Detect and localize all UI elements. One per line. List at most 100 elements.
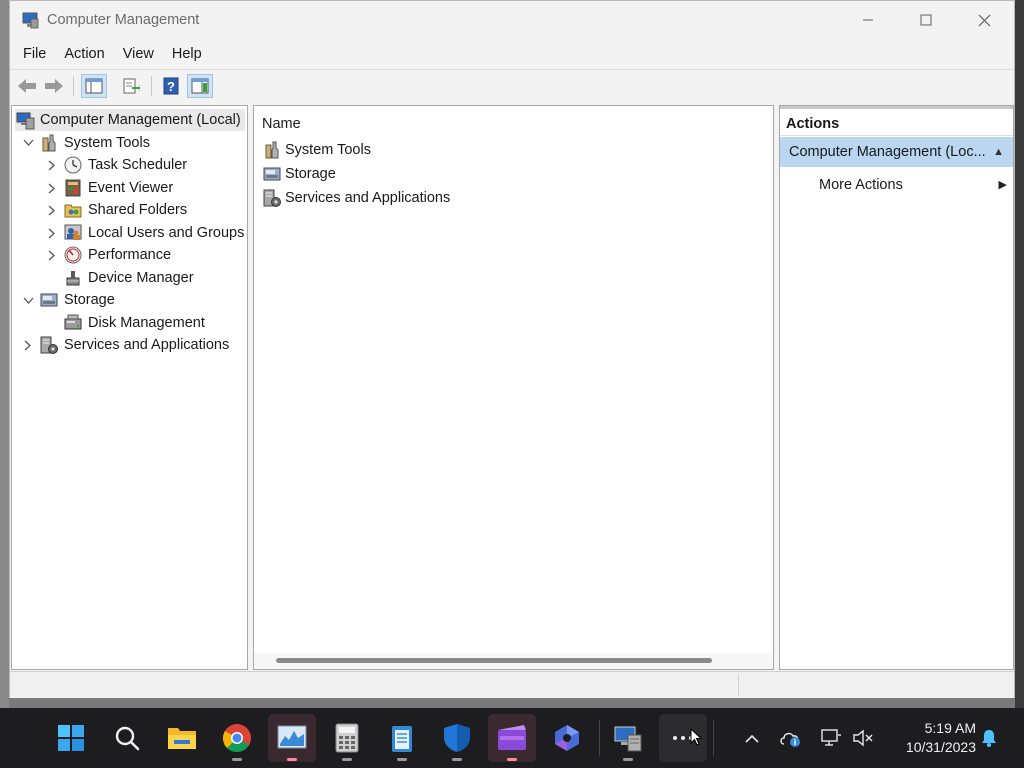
tree-node-shared-folders[interactable]: Shared Folders [63, 199, 187, 221]
chrome-button[interactable] [213, 714, 261, 762]
forward-button[interactable] [41, 74, 67, 98]
tree-node-root[interactable]: Computer Management (Local) [15, 109, 245, 131]
collapse-storage[interactable] [22, 295, 34, 307]
notifications-button[interactable] [977, 726, 1001, 750]
show-hide-action-pane-button[interactable] [187, 74, 213, 98]
name-column-header[interactable]: Name [262, 116, 301, 132]
expand-task-scheduler[interactable] [46, 159, 58, 171]
tree-node-device-manager[interactable]: Device Manager [63, 267, 194, 289]
menu-view[interactable]: View [114, 41, 163, 67]
file-explorer-button[interactable] [158, 714, 206, 762]
help-icon: ? [163, 77, 179, 95]
toolbar-separator [73, 76, 74, 96]
list-item[interactable]: Storage [262, 163, 336, 185]
search-button[interactable] [103, 714, 151, 762]
chevron-down-icon [23, 297, 33, 304]
chrome-icon [223, 724, 251, 753]
system-tools-icon [265, 141, 279, 159]
list-item[interactable]: System Tools [262, 139, 371, 161]
storage-icon [40, 293, 58, 307]
network-button[interactable] [819, 726, 843, 750]
expand-shared-folders[interactable] [46, 204, 58, 216]
menu-file[interactable]: File [10, 41, 55, 67]
maximize-button[interactable] [897, 1, 955, 39]
calculator-button[interactable] [323, 714, 371, 762]
scrollbar-thumb[interactable] [276, 658, 712, 663]
action-pane-icon [191, 78, 209, 94]
bell-icon [982, 730, 996, 747]
onedrive-button[interactable] [779, 726, 803, 750]
shared-folder-icon [64, 204, 82, 218]
list-item[interactable]: Services and Applications [262, 187, 450, 209]
device-manager-icon [66, 271, 80, 286]
chevron-right-icon [48, 183, 55, 193]
help-button[interactable]: ? [158, 74, 184, 98]
list-item-label: Storage [285, 166, 336, 182]
tree-node-local-users[interactable]: Local Users and Groups [63, 222, 244, 244]
title-bar[interactable]: Computer Management [10, 1, 1014, 39]
file-explorer-icon [168, 728, 196, 749]
actions-pane: Actions Computer Management (Loc... ▲ Mo… [779, 105, 1014, 670]
event-viewer-icon [65, 179, 81, 197]
calculator-icon [335, 723, 359, 753]
tree-node-performance[interactable]: Performance [63, 244, 171, 266]
collapse-up-icon[interactable]: ▲ [993, 137, 1004, 167]
disk-management-icon [64, 314, 82, 330]
list-item-label: Services and Applications [285, 190, 451, 206]
svg-text:?: ? [167, 79, 175, 94]
clock[interactable]: 5:19 AM 10/31/2023 [884, 719, 976, 757]
resource-monitor-button[interactable] [268, 714, 316, 762]
expand-services[interactable] [22, 339, 34, 351]
storage-icon [263, 167, 281, 181]
expand-event-viewer[interactable] [46, 182, 58, 194]
actions-group-header[interactable]: Computer Management (Loc... ▲ [780, 137, 1013, 167]
tree-node-label: Services and Applications [64, 337, 230, 353]
tree-node-disk-management[interactable]: Disk Management [63, 312, 205, 334]
tree-node-event-viewer[interactable]: Event Viewer [63, 177, 173, 199]
running-indicator [452, 758, 462, 761]
show-hidden-icons-button[interactable] [740, 726, 764, 750]
show-more-apps-button[interactable] [659, 714, 707, 762]
menu-action[interactable]: Action [55, 41, 113, 67]
collapse-system-tools[interactable] [22, 137, 34, 149]
tree-node-label: System Tools [64, 135, 150, 151]
back-button[interactable] [14, 74, 40, 98]
actions-title: Actions [780, 106, 1013, 136]
clipchamp-button[interactable] [488, 714, 536, 762]
back-arrow-icon [18, 79, 36, 93]
notepad-button[interactable] [378, 714, 426, 762]
start-button[interactable] [47, 714, 95, 762]
menu-help[interactable]: Help [163, 41, 211, 67]
maximize-icon [920, 14, 932, 26]
expand-performance[interactable] [46, 249, 58, 261]
volume-button[interactable] [851, 726, 875, 750]
chevron-right-icon [48, 160, 55, 170]
expand-local-users[interactable] [46, 227, 58, 239]
actions-group-label: Computer Management (Loc... [789, 144, 986, 160]
more-actions-item[interactable]: More Actions ▶ [819, 172, 1013, 198]
running-indicator [342, 758, 352, 761]
forward-arrow-icon [45, 79, 63, 93]
list-item-label: System Tools [285, 142, 371, 158]
tree-node-storage[interactable]: Storage [39, 289, 115, 311]
show-hide-console-tree-button[interactable] [81, 74, 107, 98]
copilot-button[interactable] [543, 714, 591, 762]
running-indicator [287, 758, 297, 761]
minimize-button[interactable] [839, 1, 897, 39]
windows-security-button[interactable] [433, 714, 481, 762]
status-divider [738, 674, 739, 696]
notepad-icon [392, 726, 412, 752]
desktop-edge [1015, 0, 1024, 708]
computer-management-taskbar-button[interactable] [604, 714, 652, 762]
tree-node-task-scheduler[interactable]: Task Scheduler [63, 154, 187, 176]
search-icon [115, 726, 140, 751]
close-button[interactable] [955, 1, 1013, 39]
computer-management-icon [22, 12, 39, 29]
running-indicator [397, 758, 407, 761]
tree-node-system-tools[interactable]: System Tools [39, 132, 150, 154]
taskbar-divider [713, 720, 714, 756]
export-list-button[interactable] [118, 74, 144, 98]
tree-node-services[interactable]: Services and Applications [39, 334, 229, 356]
horizontal-scrollbar[interactable] [254, 653, 773, 669]
console-tree-icon [85, 78, 103, 94]
